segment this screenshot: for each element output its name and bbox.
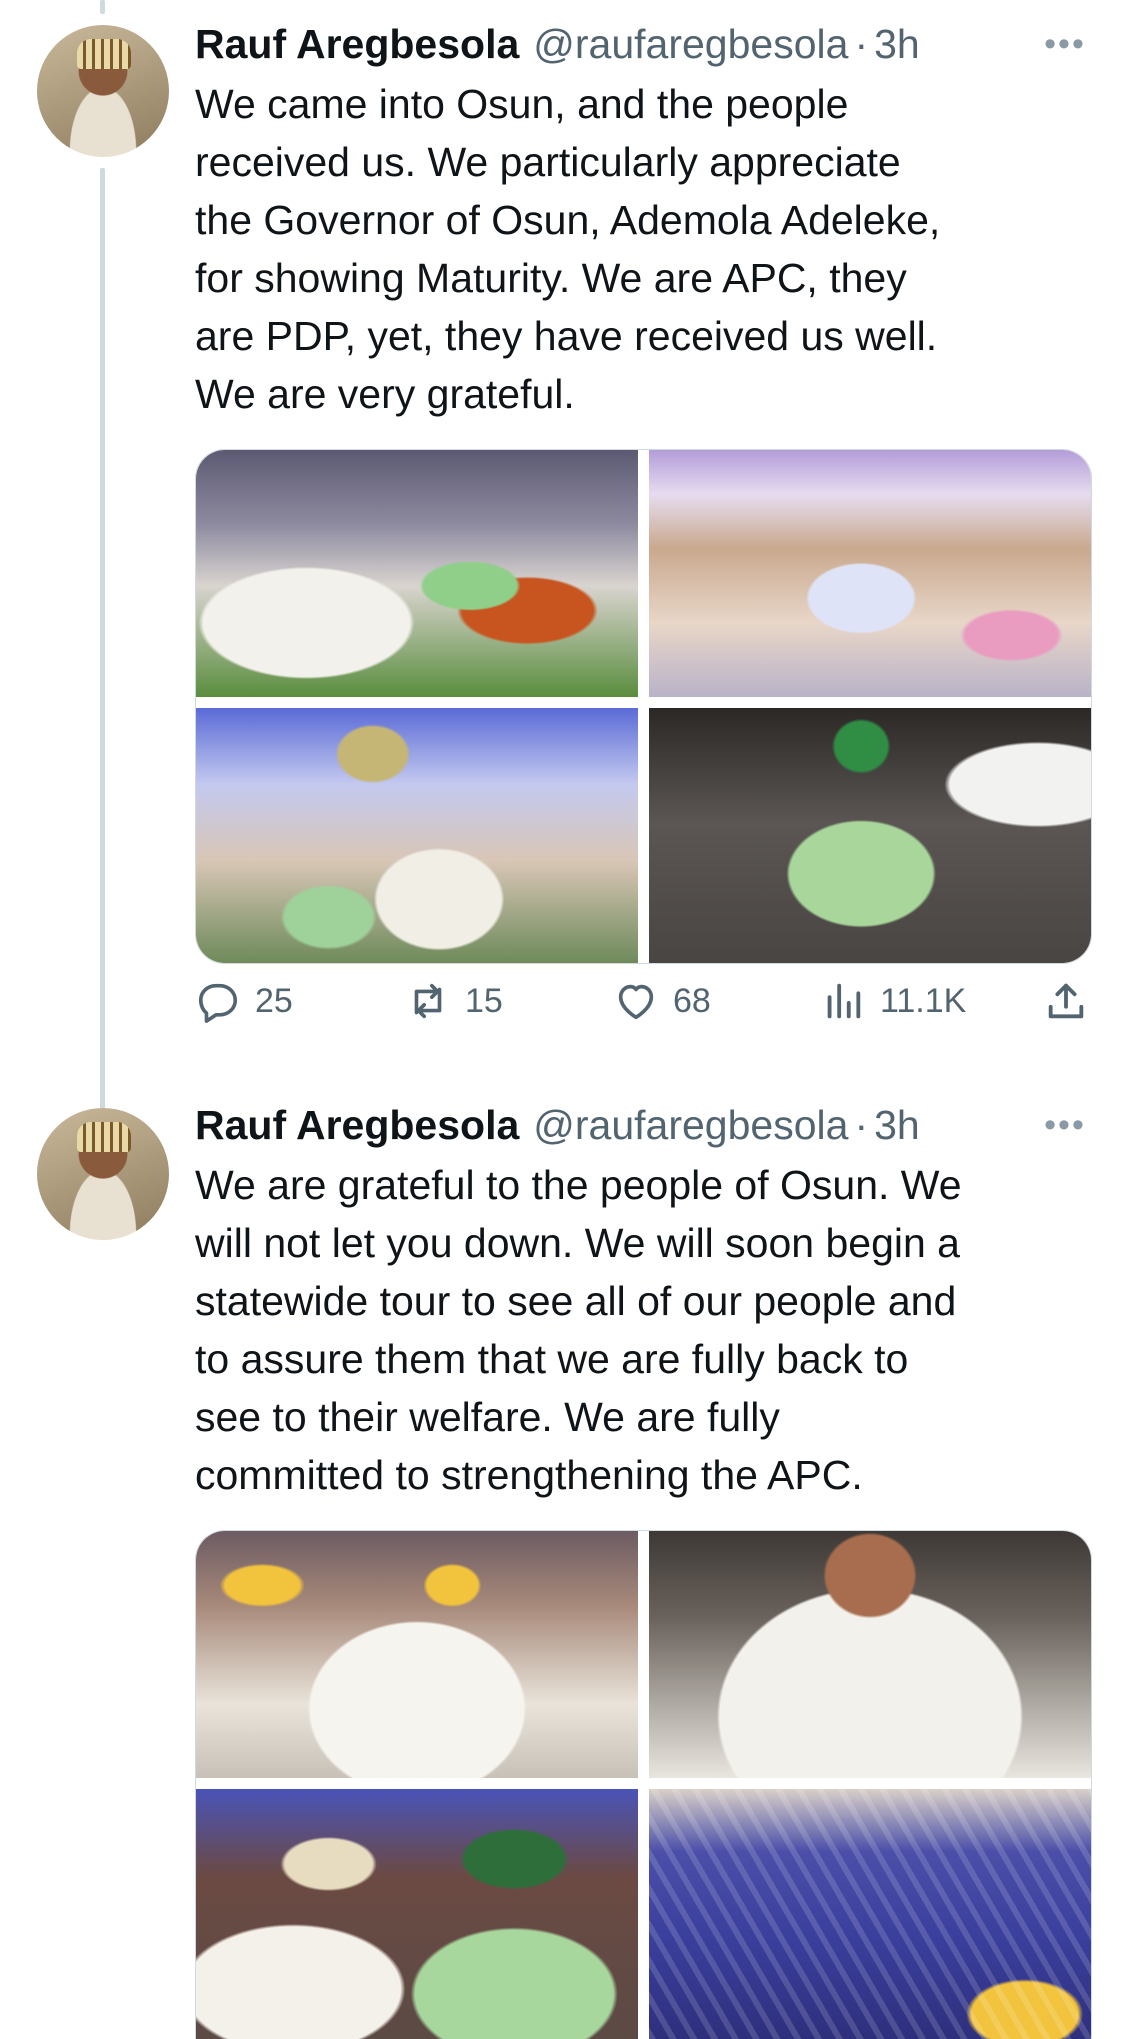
like-count: 68	[673, 981, 711, 1020]
retweet-arrows-icon	[414, 983, 442, 1019]
tweet-text-line: statewide tour to see all of our people …	[195, 1278, 957, 1324]
tweet-text: We came into Osun, and the people receiv…	[195, 75, 1075, 423]
tweet-text-line: committed to strengthening the APC.	[195, 1452, 863, 1498]
share-button[interactable]	[1043, 971, 1103, 1031]
media-photo[interactable]	[196, 1531, 638, 1778]
thread-line-top	[100, 0, 105, 14]
tweet-text-line: will not let you down. We will soon begi…	[195, 1220, 960, 1266]
media-grid	[195, 449, 1092, 964]
tweet-text-line: are PDP, yet, they have received us well…	[195, 313, 938, 359]
tweet-text-line: We are very grateful.	[195, 371, 575, 417]
media-photo[interactable]	[196, 708, 638, 963]
share-upload-icon	[1048, 983, 1084, 1019]
retweet-count: 15	[465, 981, 503, 1020]
tweet-text-line: see to their welfare. We are fully	[195, 1394, 780, 1440]
thread-connector	[100, 168, 105, 1216]
media-grid	[195, 1530, 1092, 2039]
timestamp[interactable]: 3h	[874, 21, 920, 68]
reply-button[interactable]: 25	[195, 971, 293, 1031]
views-count: 11.1K	[880, 981, 967, 1020]
media-photo[interactable]	[649, 450, 1091, 697]
separator-dot: ·	[854, 20, 869, 67]
tweet-text-line: received us. We particularly appreciate	[195, 139, 901, 185]
tweet-header: Rauf Aregbesola @raufaregbesola · 3h	[195, 19, 920, 69]
tweet-text-line: the Governor of Osun, Ademola Adeleke,	[195, 197, 941, 243]
media-photo[interactable]	[649, 1531, 1091, 1778]
views-button[interactable]: 11.1K	[820, 971, 966, 1031]
media-photo[interactable]	[649, 708, 1091, 963]
retweet-button[interactable]: 15	[405, 971, 503, 1031]
more-options-icon[interactable]: •••	[1040, 1105, 1090, 1145]
tweet-text-line: for showing Maturity. We are APC, they	[195, 255, 907, 301]
tweet-text-line: We came into Osun, and the people	[195, 81, 849, 127]
speech-bubble-icon	[198, 983, 238, 1023]
media-photo[interactable]	[196, 1789, 638, 2039]
author-name[interactable]: Rauf Aregbesola	[195, 1102, 519, 1149]
media-photo[interactable]	[196, 450, 638, 697]
tweet-actions: 25 15 68 11.1K	[195, 971, 1095, 1031]
tweet-text-line: We are grateful to the people of Osun. W…	[195, 1162, 962, 1208]
author-handle[interactable]: @raufaregbesola	[533, 1102, 848, 1149]
media-photo[interactable]	[649, 1789, 1091, 2039]
author-name[interactable]: Rauf Aregbesola	[195, 21, 519, 68]
more-options-icon[interactable]: •••	[1040, 24, 1090, 64]
like-button[interactable]: 68	[613, 971, 711, 1031]
tweet-text: We are grateful to the people of Osun. W…	[195, 1156, 1075, 1504]
separator-dot: ·	[854, 1101, 869, 1148]
tweet-text-line: to assure them that we are fully back to	[195, 1336, 909, 1382]
bar-chart-icon	[827, 983, 861, 1019]
reply-count: 25	[255, 981, 293, 1020]
tweet-header: Rauf Aregbesola @raufaregbesola · 3h	[195, 1100, 920, 1150]
timestamp[interactable]: 3h	[874, 1102, 920, 1149]
heart-icon	[618, 984, 654, 1020]
avatar[interactable]	[37, 1108, 169, 1240]
author-handle[interactable]: @raufaregbesola	[533, 21, 848, 68]
avatar[interactable]	[37, 25, 169, 157]
